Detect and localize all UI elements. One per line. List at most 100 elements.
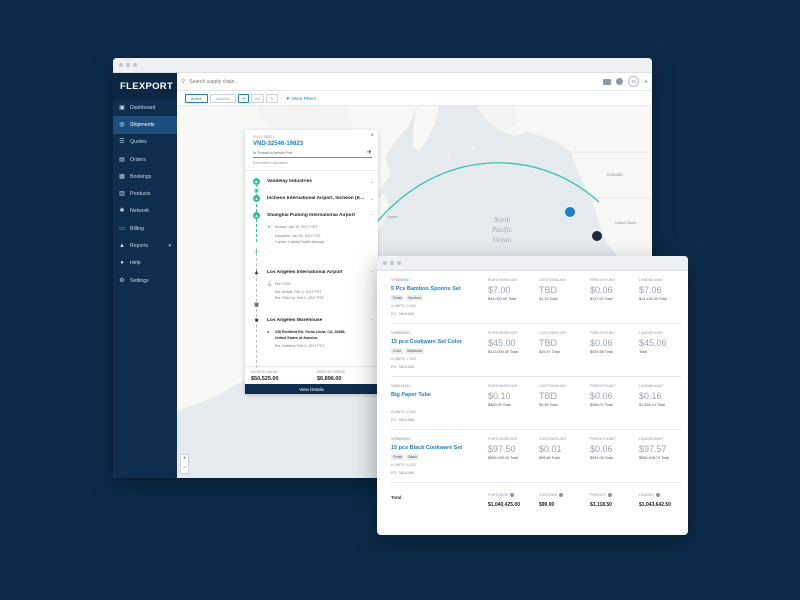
- chevron-up-icon[interactable]: ⌃: [371, 318, 374, 323]
- info-icon[interactable]: [655, 493, 660, 497]
- chevron-down-icon[interactable]: ⌄: [371, 179, 374, 184]
- freight-total-header: FREIGHT: [590, 493, 607, 497]
- sidebar-item-label: Quotes: [130, 139, 147, 146]
- chevron-down-icon[interactable]: ▼: [644, 79, 648, 84]
- card-footer: INVOICE VALUE $50,525.00 FREIGHT SPEND $…: [245, 366, 378, 384]
- purchase-per-unit: $7.00: [488, 285, 511, 295]
- purchase-header: PURCHASE/UNIT: [488, 278, 518, 282]
- sidebar-item-shipments[interactable]: ◎ Shipments: [113, 116, 177, 134]
- sidebar-item-bookings[interactable]: ▦ Bookings: [113, 168, 177, 185]
- sidebar-item-help[interactable]: ● Help: [113, 255, 177, 272]
- sidebar-item-label: Dashboard: [130, 104, 156, 111]
- purchase-cell: PURCHASE/UNIT $97.50 $585,000.00 Total: [488, 437, 518, 460]
- sidebar-item-dashboard[interactable]: ▣ Dashboard: [113, 99, 177, 116]
- arrival-icon: ▼: [267, 224, 271, 229]
- sidebar-item-orders[interactable]: ▤ Orders: [113, 151, 177, 168]
- view-details-button[interactable]: View Details: [245, 384, 378, 394]
- mode-ocean-button[interactable]: ➜: [237, 93, 250, 103]
- freight-cell: FREIGHT/UNIT $0.06 $468.07 Total: [590, 384, 616, 407]
- sidebar-item-reports[interactable]: ▲ Reports ▾: [113, 237, 177, 254]
- chevron-down-icon[interactable]: ▾: [168, 243, 171, 249]
- window-dot[interactable]: [126, 63, 130, 67]
- chevron-down-icon[interactable]: ⌄: [371, 196, 374, 201]
- sidebar-item-label: Shipments: [130, 121, 155, 128]
- close-icon[interactable]: ×: [370, 133, 374, 139]
- filter-inactive-button[interactable]: Inactive: [209, 93, 236, 103]
- invoice-label: INVOICE VALUE: [251, 370, 278, 374]
- sidebar-item-settings[interactable]: ⚙ Settings: [113, 272, 177, 289]
- info-icon[interactable]: [608, 493, 613, 497]
- sidebar-item-billing[interactable]: ▭ Billing: [113, 220, 177, 237]
- product-units: # UNITS: 6,000: [391, 463, 416, 467]
- freight-total: $468.07 Total: [590, 403, 613, 407]
- zoom-out-button[interactable]: −: [181, 464, 188, 473]
- product-tags: Color Multicolor: [391, 348, 425, 354]
- shipment-id[interactable]: VND-32546-19823: [253, 141, 303, 147]
- product-units: # UNITS: 2,000: [391, 304, 416, 308]
- table-row[interactable]: VRB889846 15 pcs Black Cookware Set Finish…: [391, 430, 681, 483]
- landed-cell: LANDED/UNIT $45.06 Total: [639, 331, 667, 354]
- product-tag: Finish: [391, 295, 405, 301]
- freight-label: FREIGHT SPEND: [317, 370, 346, 374]
- product-name-link[interactable]: 15 pcs Black Cookware Set: [391, 445, 462, 451]
- purchase-cell: PURCHASE/UNIT $45.00 $315,000.00 Total: [488, 331, 518, 354]
- window-dot[interactable]: [390, 261, 394, 265]
- brand-logo[interactable]: FLEXPORT: [113, 73, 177, 99]
- map-pin-los-angeles[interactable]: [592, 231, 602, 241]
- sidebar-item-label: Billing: [130, 225, 144, 232]
- window-dot[interactable]: [119, 63, 123, 67]
- filter-active-button[interactable]: Active: [185, 93, 208, 103]
- window-dot[interactable]: [383, 261, 387, 265]
- purchase-header: PURCHASE/UNIT: [488, 437, 518, 441]
- table-row[interactable]: VRB889847 5 Pcs Bamboo Spoons Set Finish Ba…: [391, 271, 681, 324]
- chevron-up-icon[interactable]: ⌃: [371, 270, 374, 275]
- airport-icon: ▲: [253, 195, 260, 202]
- table-row[interactable]: VRB889843 15 pcs Cookware Set Color Color M…: [391, 324, 681, 377]
- mode-truck-button[interactable]: Tr: [265, 93, 278, 103]
- window-dot[interactable]: [133, 63, 137, 67]
- more-filters-label: More Filters: [292, 95, 316, 101]
- stop-detail: Departed: Jan 30, 2017 CST: [275, 234, 321, 238]
- messages-icon[interactable]: [603, 78, 612, 85]
- landed-total: $14,118.35 Total: [639, 297, 667, 301]
- stop-name: Incheon International Airport, Incheon (…: [267, 196, 365, 201]
- map-pin-in-transit[interactable]: [565, 207, 575, 217]
- location-icon: ●: [267, 329, 270, 334]
- window-dot[interactable]: [397, 261, 401, 265]
- products-table: VRB889847 5 Pcs Bamboo Spoons Set Finish Ba…: [377, 271, 688, 535]
- stop-address: 238 Richfield Rd, Yorba Linda, CA, 92886…: [275, 330, 346, 334]
- info-icon[interactable]: [559, 493, 564, 497]
- globe-icon[interactable]: [616, 78, 624, 85]
- sidebar-item-quotes[interactable]: ☰ Quotes: [113, 134, 177, 151]
- search-input[interactable]: [189, 78, 390, 85]
- invoice-value: $50,525.00: [251, 376, 279, 382]
- product-name-link[interactable]: 5 Pcs Bamboo Spoons Set: [391, 286, 461, 292]
- sidebar-item-network[interactable]: ✱ Network: [113, 203, 177, 220]
- product-name-link[interactable]: 15 pcs Cookware Set Color: [391, 339, 462, 345]
- mode-air-button[interactable]: Air: [251, 93, 264, 103]
- purchase-per-unit: $0.10: [488, 391, 511, 401]
- plane-icon: ✈: [366, 150, 372, 156]
- customs-cell: CUSTOMS/UNIT TBD $1.33 Total: [539, 278, 567, 301]
- landed-total: Total: [639, 350, 648, 354]
- sidebar-item-label: Settings: [130, 277, 149, 284]
- stop-detail: Port 2720: [275, 282, 291, 286]
- user-avatar[interactable]: JS: [628, 76, 640, 87]
- chevron-up-icon[interactable]: ⌃: [371, 213, 374, 218]
- product-tag: Finish: [391, 454, 405, 460]
- product-units: # UNITS: 7,000: [391, 357, 416, 361]
- landed-per-unit: $97.57: [639, 444, 667, 454]
- freight-total: $409.58 Total: [590, 350, 613, 354]
- product-name-link[interactable]: Big Paper Tube: [391, 392, 431, 398]
- customs-total: $99.00: [539, 502, 555, 508]
- sidebar-item-products[interactable]: ▥ Products: [113, 185, 177, 202]
- window-chrome: [377, 256, 688, 271]
- info-icon[interactable]: [510, 493, 515, 497]
- customs-header: CUSTOMS/UNIT: [539, 331, 567, 335]
- ocean-label-2: Pacific: [491, 226, 513, 234]
- table-row[interactable]: VNB134344 Big Paper Tube # UNITS: 8,000 PO:…: [391, 377, 681, 430]
- divider: [245, 170, 378, 171]
- more-filters-button[interactable]: ▼ More Filters: [286, 96, 316, 101]
- customs-header: CUSTOMS/UNIT: [539, 437, 567, 441]
- zoom-in-button[interactable]: +: [181, 455, 188, 464]
